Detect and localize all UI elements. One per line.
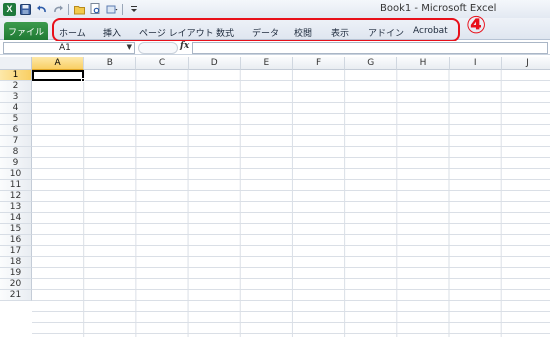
row-header[interactable]: 16	[0, 235, 32, 246]
tab-page-layout[interactable]: ページ レイアウト	[139, 26, 214, 39]
column-header[interactable]: I	[449, 57, 502, 70]
cell-area[interactable]	[32, 70, 550, 337]
row-header[interactable]: 13	[0, 202, 32, 213]
print-preview-icon[interactable]	[89, 3, 102, 16]
name-box[interactable]: A1 ▼	[3, 42, 135, 54]
row-header[interactable]: 6	[0, 125, 32, 136]
formula-bar-resize-button[interactable]	[138, 42, 178, 54]
row-header[interactable]: 12	[0, 191, 32, 202]
row-header[interactable]: 8	[0, 147, 32, 158]
column-header[interactable]: J	[501, 57, 550, 70]
tab-data[interactable]: データ	[252, 26, 279, 39]
tab-review[interactable]: 校閲	[294, 26, 312, 39]
row-header[interactable]: 15	[0, 224, 32, 235]
quick-access-toolbar: X	[3, 2, 140, 16]
column-header[interactable]: H	[397, 57, 450, 70]
row-header[interactable]: 18	[0, 257, 32, 268]
tab-formulas[interactable]: 数式	[216, 26, 234, 39]
tab-view[interactable]: 表示	[331, 26, 349, 39]
save-icon[interactable]	[19, 3, 32, 16]
tab-home[interactable]: ホーム	[59, 26, 86, 39]
excel-icon[interactable]: X	[3, 2, 16, 16]
row-header[interactable]: 17	[0, 246, 32, 257]
tab-acrobat[interactable]: Acrobat	[413, 26, 448, 36]
tab-addins[interactable]: アドイン	[368, 26, 404, 39]
row-header[interactable]: 7	[0, 136, 32, 147]
tab-insert[interactable]: 挿入	[103, 26, 121, 39]
toolbar-separator	[68, 3, 69, 15]
column-header[interactable]: F	[293, 57, 346, 70]
row-header[interactable]: 3	[0, 92, 32, 103]
tab-file[interactable]: ファイル	[4, 22, 48, 40]
formula-input[interactable]	[192, 42, 548, 54]
redo-icon[interactable]	[51, 3, 64, 16]
dropdown-icon[interactable]	[127, 3, 140, 16]
chevron-down-icon[interactable]: ▼	[127, 43, 132, 51]
row-header[interactable]: 4	[0, 103, 32, 114]
row-header[interactable]: 19	[0, 268, 32, 279]
worksheet-grid: ABCDEFGHIJ 1 2 3 4 5 6 7 8 9 10 11 12 13 14 15 16 17 18 19…	[0, 57, 550, 337]
column-header[interactable]: A	[32, 57, 85, 70]
column-header[interactable]: C	[136, 57, 189, 70]
column-header[interactable]: E	[240, 57, 293, 70]
row-header[interactable]: 5	[0, 114, 32, 125]
undo-icon[interactable]	[35, 3, 48, 16]
row-header[interactable]: 9	[0, 158, 32, 169]
active-cell[interactable]	[32, 70, 84, 81]
row-header[interactable]: 14	[0, 213, 32, 224]
column-header[interactable]: B	[84, 57, 137, 70]
fill-handle[interactable]	[81, 78, 85, 82]
row-header[interactable]: 2	[0, 81, 32, 92]
formula-bar: A1 ▼ fx	[0, 41, 550, 55]
toolbar-separator	[122, 3, 123, 15]
customize-icon[interactable]	[105, 3, 118, 16]
row-header[interactable]: 1	[0, 70, 32, 81]
column-header[interactable]: G	[345, 57, 398, 70]
open-icon[interactable]	[73, 3, 86, 16]
row-header[interactable]: 11	[0, 180, 32, 191]
row-header[interactable]: 20	[0, 279, 32, 290]
insert-function-icon[interactable]: fx	[180, 41, 189, 51]
name-box-value: A1	[59, 43, 71, 53]
row-header[interactable]: 10	[0, 169, 32, 180]
callout-number: ④	[466, 11, 487, 39]
row-header[interactable]: 21	[0, 290, 32, 301]
select-all-corner[interactable]	[0, 57, 32, 70]
column-header[interactable]: D	[188, 57, 241, 70]
